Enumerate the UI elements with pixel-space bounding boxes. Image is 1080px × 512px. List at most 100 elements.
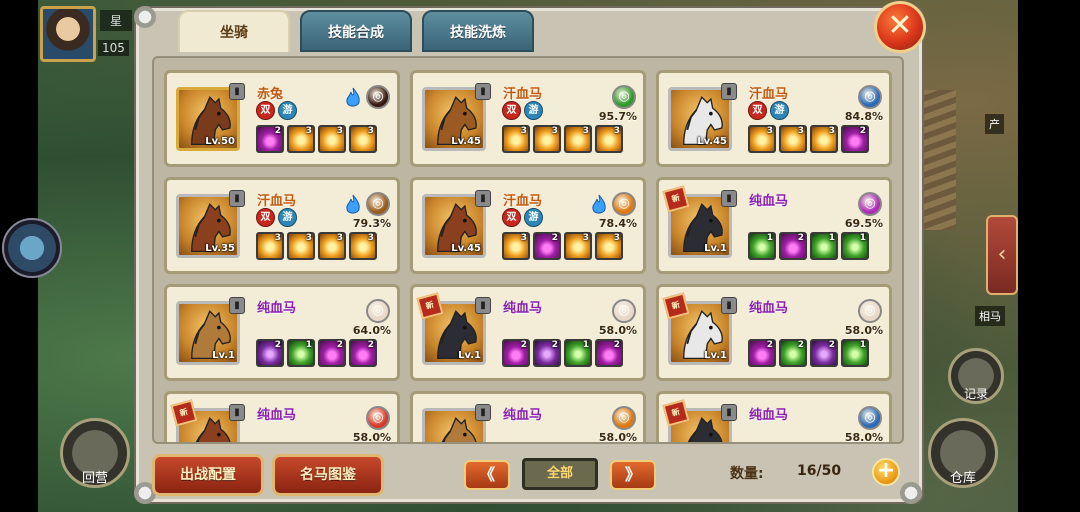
mount-name: 汗血马 (503, 87, 543, 102)
skill-icon[interactable]: 1 (810, 232, 838, 260)
skill-icon[interactable]: 3 (564, 125, 592, 153)
mount-card[interactable]: Lv.35 ▮ 汗血马双游 ◎ 79.3% 3 3 3 3 (164, 177, 400, 274)
skill-icon[interactable]: 3 (287, 125, 315, 153)
famous-horses-button[interactable]: 名马图鉴 (272, 454, 384, 496)
skill-level: 3 (582, 233, 589, 243)
player-avatar[interactable] (40, 6, 96, 62)
camp-button[interactable]: 回营 (60, 418, 130, 488)
skill-icon[interactable]: 3 (318, 232, 346, 260)
battle-config-button[interactable]: 出战配置 (152, 454, 264, 496)
skill-level: 3 (336, 233, 343, 243)
tab-skill-synthesis[interactable]: 技能合成 (300, 10, 412, 52)
skill-level: 2 (551, 340, 558, 350)
skill-icon[interactable]: 1 (287, 339, 315, 367)
skill-icon[interactable]: 1 (841, 232, 869, 260)
mount-card[interactable]: Lv.50 ▮ 赤兔双游 ◎ 2 3 3 3 (164, 70, 400, 167)
skill-icon[interactable]: 1 (564, 339, 592, 367)
skill-icon[interactable]: 2 (533, 232, 561, 260)
lock-icon[interactable]: ▮ (721, 297, 737, 314)
mount-card[interactable]: ▮ 纯血马 ◎ 58.0% (410, 391, 646, 442)
mount-card[interactable]: Lv.1 ▮ 纯血马 ◎ 64.0% 2 1 2 2 (164, 284, 400, 381)
mount-card[interactable]: Lv.1 新 ▮ 纯血马 ◎ 69.5% 1 2 1 1 (656, 177, 892, 274)
skill-level: 2 (797, 340, 804, 350)
skill-icon[interactable]: 2 (502, 339, 530, 367)
add-slot-button[interactable]: + (872, 458, 900, 486)
skill-icon[interactable]: 3 (779, 125, 807, 153)
mount-card[interactable]: Lv.1 新 ▮ 纯血马 ◎ 58.0% 2 2 1 2 (410, 284, 646, 381)
lock-icon[interactable]: ▮ (721, 404, 737, 421)
blue-flag-icon: 游 (278, 208, 297, 227)
skill-level: 3 (520, 126, 527, 136)
skill-icon[interactable]: 3 (595, 125, 623, 153)
skill-icon[interactable]: 1 (748, 232, 776, 260)
mount-card[interactable]: Lv.45 ▮ 汗血马双游 ◎ 84.8% 3 3 3 2 (656, 70, 892, 167)
lock-icon[interactable]: ▮ (475, 190, 491, 207)
mount-card[interactable]: 新 ▮ 纯血马 ◎ 58.0% (164, 391, 400, 444)
lock-icon[interactable]: ▮ (229, 190, 245, 207)
pet-icon[interactable] (2, 218, 62, 278)
mount-level: Lv.1 (458, 350, 481, 361)
skill-icon[interactable]: 3 (318, 125, 346, 153)
record-button[interactable]: 记录 (948, 348, 1004, 404)
mount-flags: 双游 (502, 208, 543, 227)
mount-card[interactable]: Lv.45 ▮ 汗血马双游 ◎ 95.7% 3 3 3 3 (410, 70, 646, 167)
lock-icon[interactable]: ▮ (229, 83, 245, 100)
mount-name: 纯血马 (749, 301, 789, 316)
close-icon[interactable]: ✕ (874, 1, 926, 53)
blue-flag-icon: 游 (770, 101, 789, 120)
mount-card[interactable]: Lv.45 ▮ 汗血马双游 ◎ 78.4% 3 2 3 3 (410, 177, 646, 274)
skill-icon[interactable]: 3 (502, 232, 530, 260)
mount-level: Lv.50 (205, 136, 235, 147)
tab-skill-refine[interactable]: 技能洗炼 (422, 10, 534, 52)
skill-icon[interactable]: 2 (779, 339, 807, 367)
skill-icon[interactable]: 3 (287, 232, 315, 260)
lock-icon[interactable]: ▮ (229, 404, 245, 421)
skill-icon[interactable]: 2 (256, 125, 284, 153)
lock-icon[interactable]: ▮ (475, 83, 491, 100)
next-page-button[interactable]: 》 (610, 460, 656, 490)
skill-icon[interactable]: 2 (779, 232, 807, 260)
filter-all-button[interactable]: 全部 (522, 458, 598, 490)
chevron-left-icon[interactable]: ‹ (986, 215, 1018, 295)
mount-percent: 64.0% (352, 324, 391, 337)
mount-percent: 58.0% (352, 431, 391, 444)
lock-icon[interactable]: ▮ (721, 190, 737, 207)
skill-icon[interactable]: 3 (502, 125, 530, 153)
skill-icon[interactable]: 2 (533, 339, 561, 367)
skill-level: 3 (367, 233, 374, 243)
mount-name: 汗血马 (749, 87, 789, 102)
lock-icon[interactable]: ▮ (229, 297, 245, 314)
mount-element-icon: ◎ (612, 192, 636, 216)
prev-page-button[interactable]: 《 (464, 460, 510, 490)
skill-icon[interactable]: 2 (256, 339, 284, 367)
skill-icon[interactable]: 3 (349, 125, 377, 153)
storage-button[interactable]: 仓库 (928, 418, 998, 488)
skill-icon[interactable]: 3 (533, 125, 561, 153)
lock-icon[interactable]: ▮ (721, 83, 737, 100)
mount-list[interactable]: Lv.50 ▮ 赤兔双游 ◎ 2 3 3 3 Lv.45 ▮ 汗血马双游 ◎ 95.7% 3 3 3 3 Lv.4… (152, 56, 904, 444)
skill-icon[interactable]: 2 (595, 339, 623, 367)
count-label: 数量: (730, 466, 764, 482)
blue-flag-icon: 游 (524, 101, 543, 120)
skill-level: 3 (367, 126, 374, 136)
skill-icon[interactable]: 3 (595, 232, 623, 260)
skill-icon[interactable]: 1 (841, 339, 869, 367)
skill-icon[interactable]: 2 (349, 339, 377, 367)
lock-icon[interactable]: ▮ (475, 297, 491, 314)
skill-icon[interactable]: 2 (748, 339, 776, 367)
skill-icon[interactable]: 3 (349, 232, 377, 260)
skill-icon[interactable]: 3 (810, 125, 838, 153)
skill-icon[interactable]: 2 (318, 339, 346, 367)
skill-icon[interactable]: 3 (748, 125, 776, 153)
storage-button-label: 仓库 (949, 471, 976, 486)
lock-icon[interactable]: ▮ (475, 404, 491, 421)
mount-card[interactable]: 新 ▮ 纯血马 ◎ 58.0% (656, 391, 892, 442)
tab-mounts[interactable]: 坐骑 (178, 10, 290, 52)
blue-flame-icon (344, 194, 362, 216)
mount-card[interactable]: Lv.1 新 ▮ 纯血马 ◎ 58.0% 2 2 2 1 (656, 284, 892, 381)
skill-icon[interactable]: 2 (810, 339, 838, 367)
skill-icon[interactable]: 3 (564, 232, 592, 260)
skill-level: 2 (828, 340, 835, 350)
skill-icon[interactable]: 2 (841, 125, 869, 153)
skill-icon[interactable]: 3 (256, 232, 284, 260)
